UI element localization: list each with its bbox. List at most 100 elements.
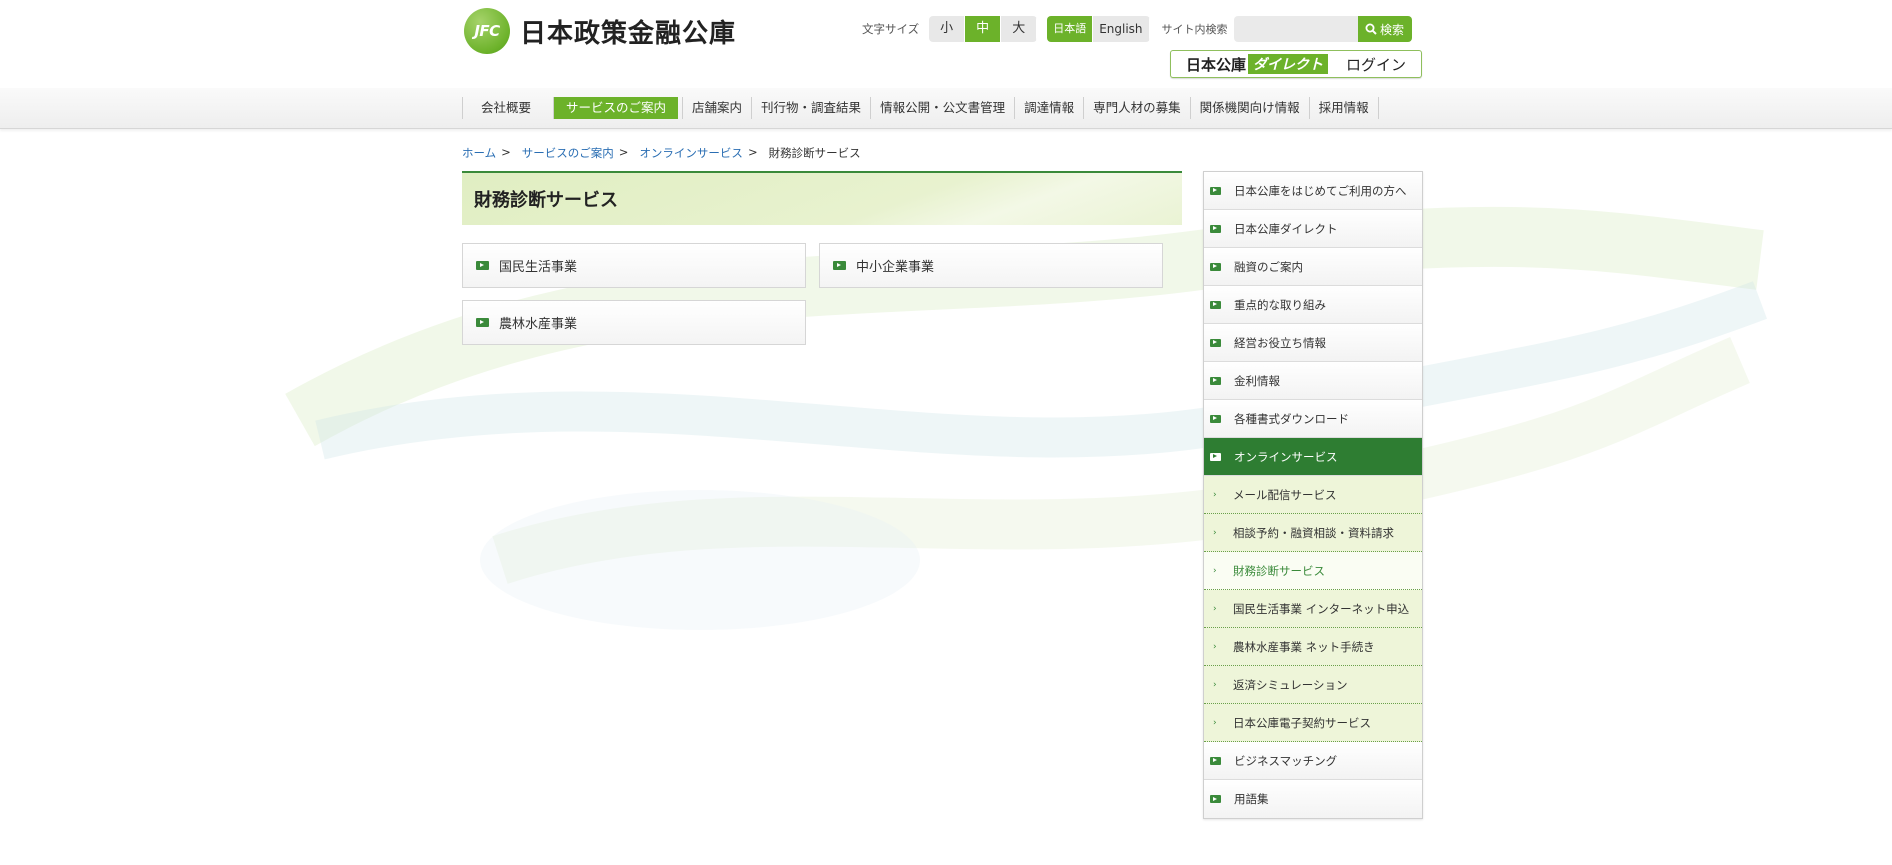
gnav-company[interactable]: 会社概要 [462, 97, 549, 119]
search-button-label: 検索 [1380, 22, 1405, 37]
side-item-label: ビジネスマッチング [1234, 753, 1338, 768]
chevron-right-icon: › [1213, 641, 1217, 652]
font-size-large-button[interactable]: 大 [1001, 16, 1038, 42]
font-size-label: 文字サイズ [862, 22, 920, 36]
side-item-business-info[interactable]: 経営お役立ち情報 [1204, 324, 1422, 362]
font-size-medium-button[interactable]: 中 [965, 16, 1002, 42]
side-item-label: 重点的な取り組み [1234, 297, 1326, 312]
side-item-label: オンラインサービス [1234, 449, 1338, 464]
font-size-small-button[interactable]: 小 [929, 16, 966, 42]
card-label: 中小企業事業 [856, 260, 935, 275]
card-sme[interactable]: 中小企業事業 [819, 243, 1163, 288]
side-item-label: 用語集 [1234, 792, 1269, 806]
side-item-label: 日本公庫電子契約サービス [1233, 715, 1371, 730]
card-label: 国民生活事業 [499, 260, 578, 275]
chevron-right-icon: › [1213, 527, 1217, 538]
side-subitem-repayment-sim[interactable]: › 返済シミュレーション [1204, 666, 1422, 704]
arrow-right-icon [1210, 452, 1221, 461]
arrow-right-icon [1210, 186, 1221, 195]
breadcrumb-home[interactable]: ホーム [462, 145, 496, 161]
gnav-related-institutions[interactable]: 関係機関向け情報 [1189, 97, 1309, 119]
jfc-logo-icon: JFC [464, 8, 510, 54]
breadcrumb: ホーム > サービスのご案内 > オンラインサービス > 財務診断サービス [462, 145, 861, 161]
arrow-right-icon [1210, 414, 1221, 423]
card-agriculture[interactable]: 農林水産事業 [462, 300, 806, 345]
side-item-label: 各種書式ダウンロード [1234, 411, 1349, 426]
site-search-label: サイト内検索 [1161, 23, 1228, 36]
side-item-label: 農林水産事業 ネット手続き [1233, 639, 1375, 654]
direct-login-button[interactable]: 日本公庫 ダイレクト ログイン [1170, 50, 1422, 78]
side-item-glossary[interactable]: 用語集 [1204, 780, 1422, 818]
arrow-right-icon [1210, 300, 1221, 309]
side-nav: 日本公庫をはじめてご利用の方へ 日本公庫ダイレクト 融資のご案内 重点的な取り組… [1203, 171, 1423, 819]
breadcrumb-services[interactable]: サービスのご案内 [522, 145, 614, 161]
direct-login-label: ログイン [1346, 55, 1407, 74]
site-logo[interactable]: JFC 日本政策金融公庫 [464, 8, 736, 54]
lang-english-button[interactable]: English [1093, 16, 1150, 42]
side-subitem-financial-diagnosis[interactable]: › 財務診断サービス [1204, 552, 1422, 590]
gnav-disclosure[interactable]: 情報公開・公文書管理 [870, 97, 1014, 119]
utility-bar: 文字サイズ 小 中 大 日本語 English サイト内検索 検索 [862, 16, 1412, 42]
breadcrumb-separator: > [501, 145, 511, 159]
gnav-services[interactable]: サービスのご案内 [553, 97, 679, 119]
chevron-right-icon: › [1213, 489, 1217, 500]
breadcrumb-separator: > [747, 145, 758, 159]
gnav-branches[interactable]: 店舗案内 [682, 97, 751, 119]
arrow-right-icon [1210, 338, 1221, 347]
search-input[interactable] [1233, 16, 1358, 42]
arrow-right-icon [1210, 262, 1221, 271]
direct-prefix: 日本公庫 [1185, 55, 1246, 74]
side-subitem-internet-application[interactable]: › 国民生活事業 インターネット申込 [1204, 590, 1422, 628]
side-item-label: 経営お役立ち情報 [1234, 335, 1326, 350]
side-subitem-consultation[interactable]: › 相談予約・融資相談・資料請求 [1204, 514, 1422, 552]
side-item-label: 財務診断サービス [1233, 563, 1325, 578]
gnav-careers[interactable]: 採用情報 [1308, 97, 1379, 119]
side-item-label: 金利情報 [1234, 373, 1280, 388]
gnav-procurement[interactable]: 調達情報 [1014, 97, 1083, 119]
side-item-label: 国民生活事業 インターネット申込 [1233, 601, 1410, 616]
chevron-right-icon: › [1213, 603, 1217, 614]
side-item-online-services[interactable]: オンラインサービス [1204, 438, 1422, 476]
side-item-priority[interactable]: 重点的な取り組み [1204, 286, 1422, 324]
global-nav: 会社概要 サービスのご案内 店舗案内 刊行物・調査結果 情報公開・公文書管理 調… [462, 88, 1424, 128]
side-item-first-time[interactable]: 日本公庫をはじめてご利用の方へ [1204, 172, 1422, 210]
side-item-downloads[interactable]: 各種書式ダウンロード [1204, 400, 1422, 438]
lang-japanese-button[interactable]: 日本語 [1047, 16, 1094, 42]
global-nav-bar: 会社概要 サービスのご案内 店舗案内 刊行物・調査結果 情報公開・公文書管理 調… [0, 88, 1892, 129]
arrow-right-icon [476, 261, 489, 270]
side-item-business-matching[interactable]: ビジネスマッチング [1204, 742, 1422, 780]
arrow-right-icon [476, 318, 489, 327]
page-title-band: 財務診断サービス [462, 171, 1182, 225]
arrow-right-icon [1210, 756, 1221, 765]
search-icon [1365, 23, 1377, 35]
side-item-loans[interactable]: 融資のご案内 [1204, 248, 1422, 286]
language-switcher: 日本語 English [1047, 16, 1150, 42]
arrow-right-icon [833, 261, 846, 270]
breadcrumb-separator: > [618, 145, 629, 159]
side-item-label: 相談予約・融資相談・資料請求 [1233, 525, 1394, 540]
search-button[interactable]: 検索 [1357, 16, 1412, 42]
page-title: 財務診断サービス [474, 190, 618, 211]
side-item-label: メール配信サービス [1233, 487, 1337, 502]
side-item-label: 融資のご案内 [1234, 259, 1303, 274]
chevron-right-icon: › [1213, 679, 1217, 690]
breadcrumb-current: 財務診断サービス [768, 146, 861, 160]
background-swirl [285, 206, 1768, 630]
side-item-label: 返済シミュレーション [1233, 677, 1348, 692]
arrow-right-icon [1210, 224, 1221, 233]
card-national-life[interactable]: 国民生活事業 [462, 243, 806, 288]
card-label: 農林水産事業 [499, 317, 578, 332]
breadcrumb-online-services[interactable]: オンラインサービス [639, 145, 743, 161]
side-subitem-agri-online[interactable]: › 農林水産事業 ネット手続き [1204, 628, 1422, 666]
side-item-direct[interactable]: 日本公庫ダイレクト [1204, 210, 1422, 248]
direct-tag: ダイレクト [1248, 54, 1328, 74]
side-subitem-mail[interactable]: › メール配信サービス [1204, 476, 1422, 514]
gnav-publications[interactable]: 刊行物・調査結果 [751, 97, 870, 119]
chevron-right-icon: › [1213, 565, 1217, 576]
side-subitem-e-contract[interactable]: › 日本公庫電子契約サービス [1204, 704, 1422, 742]
side-item-interest-rates[interactable]: 金利情報 [1204, 362, 1422, 400]
arrow-right-icon [1210, 795, 1221, 803]
gnav-specialist-recruit[interactable]: 専門人材の募集 [1083, 97, 1190, 119]
side-item-label: 日本公庫ダイレクト [1234, 221, 1338, 236]
logo-text: 日本政策金融公庫 [520, 18, 737, 49]
